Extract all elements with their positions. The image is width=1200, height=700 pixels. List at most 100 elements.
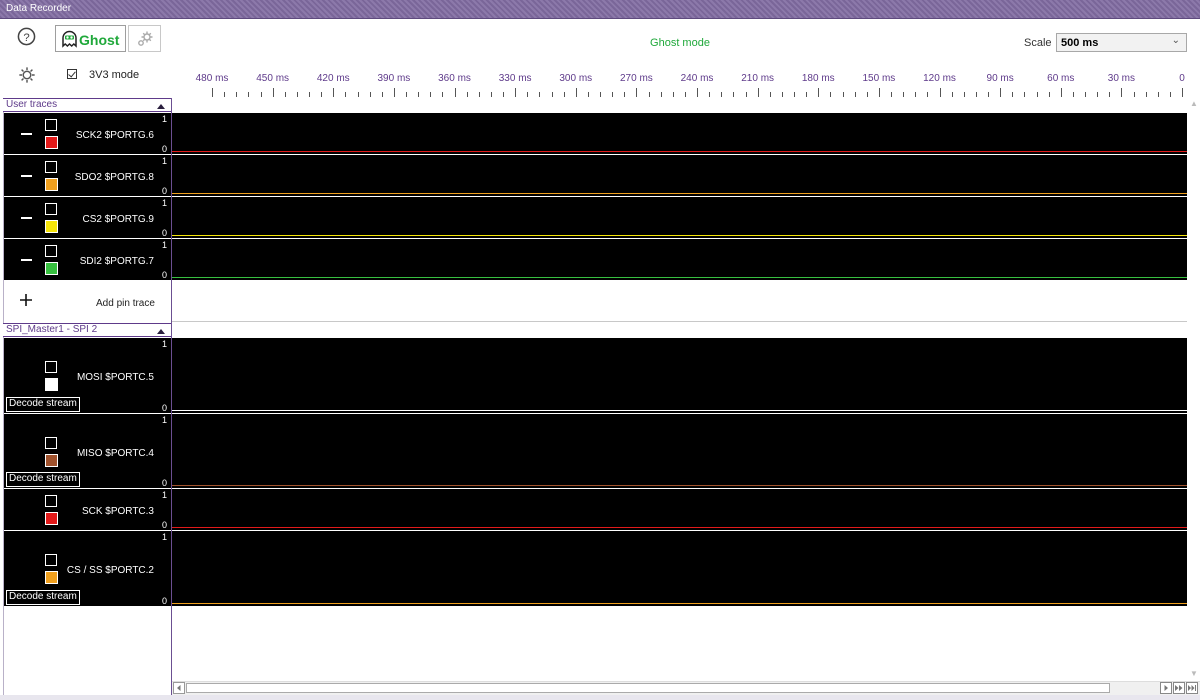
trace-plot-sck[interactable] — [172, 489, 1187, 530]
time-tick — [1097, 92, 1099, 97]
remove-trace-icon[interactable] — [21, 133, 32, 135]
ghost-button[interactable]: Ghost — [55, 25, 126, 52]
scale-select[interactable]: 500 ms ⌄ — [1056, 33, 1187, 52]
time-tick-label: 390 ms — [377, 73, 411, 84]
scroll-thumb[interactable] — [186, 683, 1110, 693]
vertical-scrollbar[interactable] — [1188, 98, 1200, 680]
visibility-checkbox[interactable] — [45, 245, 57, 257]
time-tick-label: 300 ms — [559, 73, 593, 84]
remove-trace-icon[interactable] — [21, 175, 32, 177]
svg-text:?: ? — [23, 32, 29, 44]
remove-trace-icon[interactable] — [21, 259, 32, 261]
visibility-checkbox[interactable] — [45, 437, 57, 449]
group-header-spi-master[interactable]: SPI_Master1 - SPI 2 — [3, 323, 171, 337]
group-header-user-traces[interactable]: User traces — [3, 98, 171, 112]
scroll-up-icon[interactable]: ▲ — [1190, 99, 1198, 108]
trace-label-sdi2: SDI2 $PORTG.7 1 0 — [4, 239, 171, 280]
trace-plot-mosi[interactable] — [172, 338, 1187, 413]
time-tick — [963, 92, 965, 97]
time-tick-label: 150 ms — [862, 73, 896, 84]
time-tick — [600, 92, 601, 97]
trace-color-swatch[interactable] — [45, 136, 58, 149]
plus-icon[interactable] — [19, 293, 33, 307]
trace-plot-cs-ss[interactable] — [172, 531, 1187, 606]
decode-stream-button[interactable]: Decode stream — [6, 472, 80, 487]
settings-icon[interactable] — [18, 66, 36, 84]
visibility-checkbox[interactable] — [45, 361, 57, 373]
trace-color-swatch[interactable] — [45, 378, 58, 391]
trace-plot-miso[interactable] — [172, 414, 1187, 488]
collapse-icon[interactable] — [157, 104, 165, 109]
visibility-checkbox[interactable] — [45, 119, 57, 131]
time-tick — [794, 92, 795, 97]
time-tick-label: 0 — [1179, 73, 1185, 84]
section-divider — [172, 321, 1187, 322]
time-tick — [333, 88, 335, 97]
window-titlebar: Data Recorder — [0, 0, 1200, 19]
decode-stream-button[interactable]: Decode stream — [6, 590, 80, 605]
time-tick — [454, 88, 456, 97]
time-tick-label: 90 ms — [986, 73, 1014, 84]
scroll-down-icon[interactable]: ▼ — [1190, 669, 1198, 678]
time-tick — [745, 92, 747, 97]
trace-color-swatch[interactable] — [45, 454, 58, 467]
trace-plot-cs2[interactable] — [172, 197, 1187, 238]
time-tick-label: 360 ms — [438, 73, 471, 84]
trace-label-mosi: MOSI $PORTC.5 1 0 Decode stream — [4, 338, 171, 413]
v3-mode-checkbox[interactable] — [67, 69, 77, 79]
trace-color-swatch[interactable] — [45, 178, 58, 191]
trace-color-swatch[interactable] — [45, 262, 58, 275]
trace-color-swatch[interactable] — [45, 512, 58, 525]
decode-stream-button[interactable]: Decode stream — [6, 397, 80, 412]
jump-to-end-button[interactable] — [1186, 682, 1198, 694]
trace-color-swatch[interactable] — [45, 220, 58, 233]
scroll-left-button[interactable] — [173, 682, 185, 694]
signal-line — [172, 193, 1187, 194]
visibility-checkbox[interactable] — [45, 554, 57, 566]
trace-plot-sck2[interactable] — [172, 113, 1187, 154]
time-tick — [1072, 92, 1074, 97]
fast-forward-button[interactable] — [1173, 682, 1185, 694]
visibility-checkbox[interactable] — [45, 161, 57, 173]
status-strip — [0, 695, 1200, 700]
time-tick — [272, 88, 274, 97]
trace-max-value: 1 — [161, 198, 167, 208]
time-tick — [866, 92, 868, 97]
scale-value: 500 ms — [1061, 37, 1099, 49]
time-tick — [381, 92, 383, 97]
time-tick — [660, 92, 662, 97]
time-tick — [406, 92, 407, 97]
time-tick — [1157, 92, 1159, 97]
visibility-checkbox[interactable] — [45, 495, 57, 507]
time-tick — [1182, 88, 1183, 97]
time-tick — [309, 92, 310, 97]
time-tick — [1121, 88, 1123, 97]
add-pin-trace-label: Add pin trace — [96, 298, 155, 309]
trace-color-swatch[interactable] — [45, 571, 58, 584]
trace-min-value: 0 — [161, 270, 167, 280]
time-tick — [1012, 92, 1014, 97]
signal-line — [172, 277, 1187, 278]
trace-name: SCK2 $PORTG.6 — [75, 130, 154, 141]
time-tick — [1048, 92, 1050, 97]
trace-max-value: 1 — [161, 156, 167, 166]
chevron-left-icon — [177, 685, 181, 691]
visibility-checkbox[interactable] — [45, 203, 57, 215]
time-tick-label: 240 ms — [680, 73, 714, 84]
scroll-right-button[interactable] — [1160, 682, 1172, 694]
time-tick — [466, 92, 468, 97]
trace-plot-sdi2[interactable] — [172, 239, 1187, 280]
time-tick — [1109, 92, 1111, 97]
trace-min-value: 0 — [161, 478, 167, 488]
time-tick — [260, 92, 262, 97]
chevron-right-icon — [1164, 685, 1168, 691]
ghost-settings-button[interactable] — [128, 25, 161, 52]
time-tick — [842, 92, 844, 97]
trace-name: MOSI $PORTC.5 — [76, 372, 154, 383]
time-tick — [575, 88, 577, 97]
gear-icon — [138, 31, 153, 46]
trace-plot-sdo2[interactable] — [172, 155, 1187, 196]
help-icon[interactable]: ? — [17, 27, 36, 46]
remove-trace-icon[interactable] — [21, 217, 32, 219]
collapse-icon[interactable] — [157, 329, 165, 334]
